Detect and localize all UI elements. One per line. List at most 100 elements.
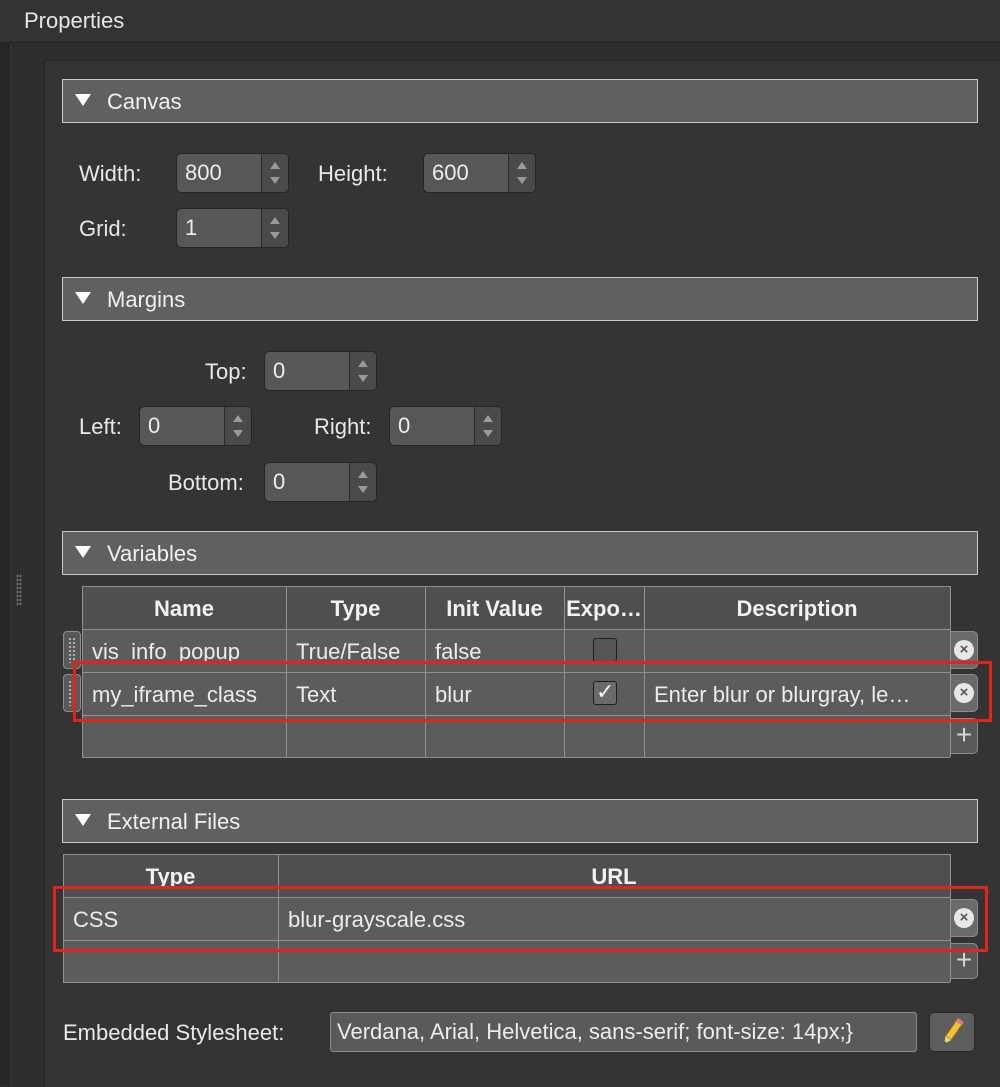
add-row-button[interactable]: + [950,718,978,754]
embedded-stylesheet-field[interactable]: Verdana, Arial, Helvetica, sans-serif; f… [330,1012,917,1052]
close-circle-icon: × [954,640,974,660]
width-stepper[interactable]: 800 [176,153,289,193]
width-stepper-arrows[interactable] [261,154,288,192]
top-stepper-arrows[interactable] [349,352,376,390]
close-circle-icon: × [954,683,974,703]
margins-section-label: Margins [107,287,186,312]
variable-init-cell[interactable]: false [425,639,564,665]
grid-line [950,586,951,757]
grid-line [286,586,287,757]
column-header-name[interactable]: Name [82,596,286,622]
pencil-icon [944,1017,964,1044]
height-label: Height: [318,161,388,186]
chevron-down-icon[interactable] [483,430,493,437]
resize-grip-icon[interactable] [16,574,22,606]
remove-row-button[interactable]: × [950,899,978,937]
bottom-label: Bottom: [168,470,244,495]
column-header-url[interactable]: URL [278,864,950,890]
disclosure-triangle-icon [75,94,91,106]
column-header-type[interactable]: Type [63,864,278,890]
canvas-section-header[interactable]: Canvas [62,79,978,123]
external-files-section-label: External Files [107,809,241,834]
variable-type-cell[interactable]: True/False [286,639,425,665]
column-header-exported[interactable]: Expo… [564,596,644,622]
grid-line [82,757,950,758]
variable-type-cell[interactable]: Text [286,682,425,708]
table-row-empty[interactable] [82,715,950,757]
embedded-stylesheet-label: Embedded Stylesheet: [63,1020,285,1045]
top-label: Top: [205,359,247,384]
variables-section-header[interactable]: Variables [62,531,978,575]
height-input[interactable]: 600 [424,154,509,192]
column-header-type[interactable]: Type [286,596,425,622]
edit-stylesheet-button[interactable] [929,1012,975,1052]
grid-stepper-arrows[interactable] [261,209,288,247]
chevron-down-icon[interactable] [358,375,368,382]
margins-section-header[interactable]: Margins [62,277,978,321]
column-header-description[interactable]: Description [644,596,950,622]
disclosure-triangle-icon [75,546,91,558]
grid-line [82,715,950,716]
exported-checkbox[interactable]: ✓ [593,679,617,705]
grid-line [82,586,83,757]
variable-name-cell[interactable]: vis_info_popup [82,639,286,665]
grid-line [644,586,645,757]
bottom-stepper-arrows[interactable] [349,463,376,501]
chevron-up-icon[interactable] [358,360,368,367]
chevron-up-icon[interactable] [233,415,243,422]
chevron-up-icon[interactable] [517,162,527,169]
file-url-cell[interactable]: blur-grayscale.css [278,907,950,933]
column-header-init-value[interactable]: Init Value [425,596,564,622]
width-label: Width: [79,161,142,186]
right-stepper[interactable]: 0 [389,406,502,446]
grid-line [564,586,565,757]
file-type-cell[interactable]: CSS [63,907,278,933]
height-stepper[interactable]: 600 [423,153,536,193]
right-input[interactable]: 0 [390,407,475,445]
chevron-down-icon[interactable] [233,430,243,437]
width-input[interactable]: 800 [177,154,262,192]
chevron-down-icon[interactable] [270,232,280,239]
grid-line [63,854,64,982]
checkmark-icon: ✓ [596,679,615,704]
disclosure-triangle-icon [75,292,91,304]
add-row-button[interactable]: + [950,943,978,979]
grid-stepper[interactable]: 1 [176,208,289,248]
top-stepper[interactable]: 0 [264,351,377,391]
grid-line [82,672,950,673]
top-input[interactable]: 0 [265,352,350,390]
chevron-up-icon[interactable] [483,415,493,422]
chevron-down-icon[interactable] [270,177,280,184]
exported-checkbox[interactable] [593,638,617,662]
grid-line [950,854,951,982]
chevron-up-icon[interactable] [270,162,280,169]
grid-line [63,854,950,855]
variable-description-cell[interactable]: Enter blur or blurgray, le… [644,682,944,708]
left-input[interactable]: 0 [140,407,225,445]
external-files-section-header[interactable]: External Files [62,799,978,843]
variables-section-label: Variables [107,541,198,566]
height-stepper-arrows[interactable] [508,154,535,192]
remove-row-button[interactable]: × [950,631,978,669]
chevron-down-icon[interactable] [517,177,527,184]
grid-line [82,629,950,630]
remove-row-button[interactable]: × [950,674,978,712]
bottom-stepper[interactable]: 0 [264,462,377,502]
table-row-empty[interactable] [63,940,950,982]
grid-input[interactable]: 1 [177,209,262,247]
variable-name-cell[interactable]: my_iframe_class [82,682,286,708]
row-drag-handle[interactable] [63,631,81,669]
chevron-up-icon[interactable] [358,471,368,478]
grid-line [278,854,279,982]
title-bar: Properties [0,0,1000,43]
chevron-down-icon[interactable] [358,486,368,493]
bottom-input[interactable]: 0 [265,463,350,501]
grid-line [425,586,426,757]
variable-init-cell[interactable]: blur [425,682,564,708]
left-stepper[interactable]: 0 [139,406,252,446]
left-stepper-arrows[interactable] [224,407,251,445]
right-stepper-arrows[interactable] [474,407,501,445]
chevron-up-icon[interactable] [270,217,280,224]
window-title: Properties [24,8,125,33]
row-drag-handle[interactable] [63,674,81,712]
